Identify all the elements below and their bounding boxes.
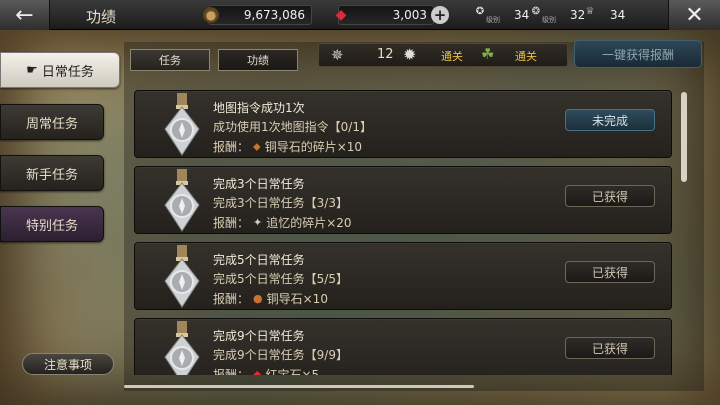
task-description: 成功使用1次地图指令【0/1】 — [213, 120, 372, 134]
task-status-button[interactable]: 未完成 — [565, 109, 655, 131]
gold-coin-icon: ● — [203, 7, 219, 23]
sidebar-item-special[interactable]: 特别任务 — [0, 206, 104, 242]
tab-tasks[interactable]: 任务 — [130, 49, 210, 71]
medal-icon — [164, 245, 200, 308]
task-title: 地图指令成功1次 — [213, 101, 305, 115]
task-reward: 报酬： ● 铜导石×10 — [213, 292, 328, 306]
task-row: 地图指令成功1次 成功使用1次地图指令【0/1】 报酬： ⬥ 铜导石的碎片×10… — [134, 90, 672, 158]
notice-button[interactable]: 注意事项 — [22, 353, 114, 375]
task-status-button[interactable]: 已获得 — [565, 185, 655, 207]
claim-all-button[interactable]: 一键获得报酬 — [574, 40, 702, 68]
task-list: 地图指令成功1次 成功使用1次地图指令【0/1】 报酬： ⬥ 铜导石的碎片×10… — [134, 84, 674, 375]
sidebar-item-beginner[interactable]: 新手任务 — [0, 155, 104, 191]
sidebar-item-label: 新手任务 — [25, 167, 78, 183]
tab-achievements[interactable]: 功绩 — [218, 49, 298, 71]
memory-shard-icon: ✦ — [253, 216, 263, 229]
add-ruby-button[interactable]: + — [431, 6, 449, 24]
task-description: 完成3个日常任务【3/3】 — [213, 196, 348, 210]
scroll-thumb[interactable] — [681, 92, 687, 182]
task-title: 完成9个日常任务 — [213, 329, 305, 343]
medal-icon — [164, 93, 200, 156]
ruby-value: 3,003 — [392, 8, 427, 22]
clover-icon: ☘ — [481, 45, 495, 63]
clear-label-1: 通关 — [441, 50, 463, 63]
task-row: 完成9个日常任务 完成9个日常任务【9/9】 报酬： ◆ 红宝石×5 已获得 — [134, 318, 672, 375]
compass-medal-icon: ✵ — [331, 46, 344, 64]
level-badge-2: ❂ 级别 32 — [528, 5, 585, 25]
badge-c-icon: ♕ — [585, 6, 595, 17]
ruby-icon: ◆ — [335, 7, 347, 23]
close-button[interactable]: ✕ — [668, 0, 720, 30]
gold-counter: ● 9,673,086 — [203, 5, 312, 25]
gold-value: 9,673,086 — [243, 8, 305, 22]
level-badge-1: ✪ 级别 34 — [472, 5, 529, 25]
sidebar-item-daily[interactable]: ☛ 日常任务 — [0, 52, 120, 88]
clear-label-2: 通关 — [515, 50, 537, 63]
back-button[interactable]: ← — [0, 0, 50, 30]
task-status-button[interactable]: 已获得 — [565, 337, 655, 359]
close-icon: ✕ — [685, 2, 704, 28]
sidebar-item-label: 周常任务 — [25, 116, 78, 132]
vertical-scrollbar[interactable] — [680, 86, 688, 376]
gear-medal-icon: ✹ — [403, 45, 417, 64]
task-description: 完成5个日常任务【5/5】 — [213, 272, 348, 286]
task-reward: 报酬： ⬥ 铜导石的碎片×10 — [213, 139, 363, 155]
copper-stone-icon: ● — [253, 292, 263, 305]
task-row: 完成5个日常任务 完成5个日常任务【5/5】 报酬： ● 铜导石×10 已获得 — [134, 242, 672, 310]
task-reward: 报酬： ✦ 追忆的碎片×20 — [213, 216, 352, 230]
page-title: 功绩 — [86, 8, 117, 26]
back-arrow-icon: ← — [15, 2, 34, 28]
task-title: 完成3个日常任务 — [213, 177, 305, 191]
ruby-counter: ◆ 3,003 — [336, 5, 434, 25]
task-description: 完成9个日常任务【9/9】 — [213, 348, 348, 362]
sidebar-item-label: 日常任务 — [41, 64, 94, 80]
copper-shard-icon: ⬥ — [253, 139, 261, 153]
task-title: 完成5个日常任务 — [213, 253, 305, 267]
task-status-button[interactable]: 已获得 — [565, 261, 655, 283]
horizontal-scrollbar[interactable] — [124, 385, 474, 388]
task-row: 完成3个日常任务 完成3个日常任务【3/3】 报酬： ✦ 追忆的碎片×20 已获… — [134, 166, 672, 234]
progress-bar: ✵ 12 ✹ 通关 ☘ 通关 — [318, 43, 568, 67]
sidebar-item-label: 特别任务 — [25, 218, 78, 234]
pointing-hand-icon: ☛ — [26, 62, 38, 78]
ruby-icon: ◆ — [253, 368, 262, 375]
level-badge-3: ♕ 34 — [582, 5, 626, 25]
medal-icon — [164, 169, 200, 232]
sidebar-item-weekly[interactable]: 周常任务 — [0, 104, 104, 140]
top-bar: ← 功绩 ● 9,673,086 ◆ 3,003 + ✪ 级别 34 ❂ 级别 … — [0, 0, 720, 30]
progress-count: 12 — [377, 47, 394, 62]
task-reward: 报酬： ◆ 红宝石×5 — [213, 366, 319, 375]
medal-icon — [164, 321, 200, 375]
